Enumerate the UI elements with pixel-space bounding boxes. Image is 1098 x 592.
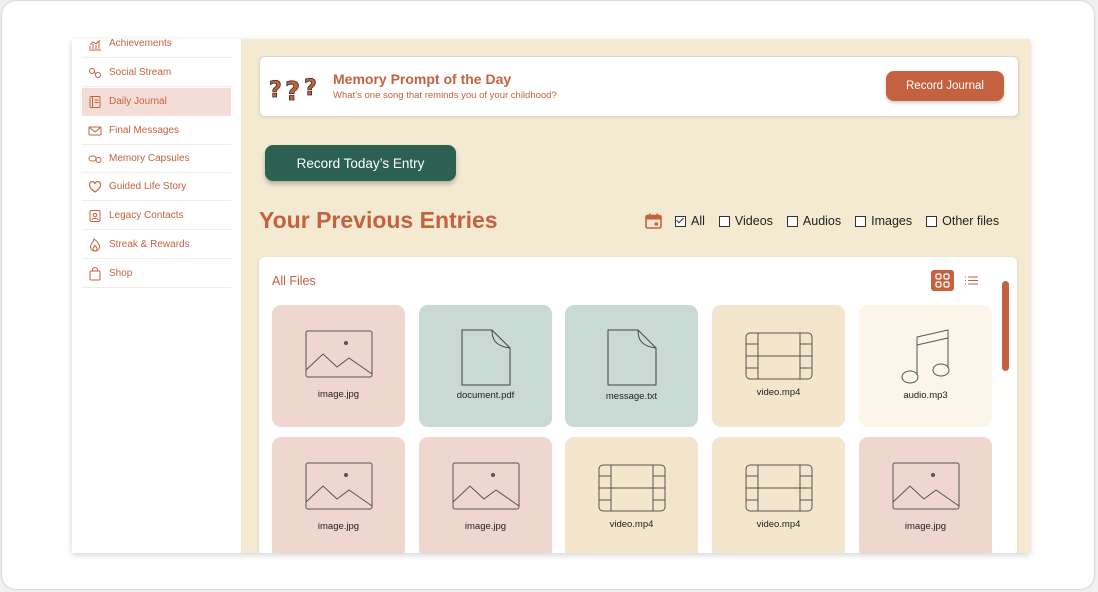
- filter-other-files[interactable]: Other files: [926, 214, 999, 228]
- sidebar-item-social-stream[interactable]: Social Stream: [82, 59, 231, 87]
- sidebar-item-label: Memory Capsules: [109, 153, 190, 164]
- record-journal-button[interactable]: Record Journal: [886, 71, 1004, 101]
- calendar-icon[interactable]: [645, 213, 662, 229]
- document-file-icon: [607, 329, 656, 386]
- file-name: image.jpg: [317, 389, 360, 400]
- record-todays-entry-button[interactable]: Record Today’s Entry: [265, 145, 456, 181]
- sidebar-item-streak-rewards[interactable]: Streak & Rewards: [82, 231, 231, 259]
- file-card[interactable]: video.mp4: [712, 437, 845, 553]
- sidebar-item-final-messages[interactable]: Final Messages: [82, 117, 231, 145]
- sidebar-item-label: Guided Life Story: [109, 181, 187, 192]
- sidebar-item-shop[interactable]: Shop: [82, 260, 231, 288]
- files-header: All Files: [272, 274, 316, 288]
- question-marks-icon: ? ? ?: [269, 76, 317, 103]
- entry-filters: All Videos Audios Images Other files: [645, 212, 999, 230]
- filter-audios[interactable]: Audios: [786, 214, 842, 228]
- filter-images[interactable]: Images: [855, 214, 912, 228]
- file-name: video.mp4: [756, 519, 801, 530]
- prompt-question: What’s one song that reminds you of your…: [333, 90, 557, 101]
- page-title: Your Previous Entries: [259, 207, 498, 233]
- file-name: image.jpg: [317, 521, 360, 532]
- file-name: image.jpg: [464, 521, 507, 532]
- document-file-icon: [461, 329, 510, 386]
- social-icon: [87, 65, 103, 81]
- grid-icon: [935, 273, 950, 288]
- flame-icon: [87, 237, 103, 253]
- sidebar-item-daily-journal[interactable]: Daily Journal: [82, 88, 231, 116]
- video-file-icon: [745, 332, 812, 380]
- filter-other-files-checkbox[interactable]: [926, 215, 938, 227]
- file-name: video.mp4: [756, 387, 801, 398]
- file-card[interactable]: video.mp4: [565, 437, 698, 553]
- image-file-icon: [452, 462, 519, 510]
- filter-label: All: [691, 214, 705, 228]
- app-window: Achievements Social Stream Daily Journal…: [72, 39, 1030, 553]
- screenshot-frame: Achievements Social Stream Daily Journal…: [2, 1, 1094, 589]
- chart-icon: [87, 39, 103, 52]
- sidebar: Achievements Social Stream Daily Journal…: [72, 39, 241, 553]
- svg-text:?: ?: [304, 76, 317, 101]
- file-card[interactable]: message.txt: [565, 305, 698, 427]
- filter-images-checkbox[interactable]: [855, 215, 867, 227]
- sidebar-item-label: Daily Journal: [109, 96, 167, 107]
- sidebar-item-guided-life-story[interactable]: Guided Life Story: [82, 173, 231, 201]
- scrollbar-thumb[interactable]: [1002, 281, 1009, 371]
- file-card[interactable]: image.jpg: [272, 437, 405, 553]
- filter-label: Images: [871, 214, 913, 228]
- image-file-icon: [892, 462, 959, 510]
- prompt-title: Memory Prompt of the Day: [333, 71, 512, 87]
- file-card[interactable]: document.pdf: [419, 305, 552, 427]
- filter-label: Videos: [734, 214, 773, 228]
- file-name: image.jpg: [904, 521, 947, 532]
- sidebar-item-label: Final Messages: [109, 125, 180, 136]
- file-card[interactable]: image.jpg: [272, 305, 405, 427]
- memory-prompt-card: ? ? ? Memory Prompt of the Day What’s on…: [259, 56, 1019, 117]
- file-card[interactable]: image.jpg: [859, 437, 992, 553]
- sidebar-item-label: Achievements: [109, 39, 172, 49]
- filter-label: Audios: [802, 214, 842, 228]
- video-file-icon: [745, 464, 812, 512]
- image-file-icon: [305, 330, 372, 378]
- filter-audios-checkbox[interactable]: [786, 215, 798, 227]
- filter-videos-checkbox[interactable]: [718, 215, 730, 227]
- capsule-icon: [87, 151, 103, 167]
- sidebar-item-label: Streak & Rewards: [109, 239, 190, 250]
- sidebar-item-memory-capsules[interactable]: Memory Capsules: [82, 145, 231, 173]
- file-name: video.mp4: [609, 519, 654, 530]
- file-name: document.pdf: [456, 390, 515, 401]
- filter-label: Other files: [942, 214, 1000, 228]
- filter-videos[interactable]: Videos: [718, 214, 773, 228]
- image-file-icon: [305, 462, 372, 510]
- file-card[interactable]: audio.mp3: [859, 305, 992, 427]
- music-note-icon: [901, 329, 949, 384]
- file-card[interactable]: video.mp4: [712, 305, 845, 427]
- grid-view-button[interactable]: [931, 270, 954, 291]
- sidebar-item-achievements[interactable]: Achievements: [82, 39, 231, 58]
- sidebar-item-label: Shop: [109, 268, 133, 279]
- file-name: message.txt: [605, 391, 658, 402]
- filter-all-checkbox[interactable]: [675, 215, 686, 227]
- filter-all[interactable]: All: [675, 214, 705, 228]
- list-view-icon[interactable]: [964, 273, 979, 288]
- journal-icon: [87, 94, 103, 110]
- heart-icon: [87, 179, 103, 195]
- file-name: audio.mp3: [903, 390, 948, 401]
- sidebar-item-label: Legacy Contacts: [109, 210, 184, 221]
- files-panel: All Files image.jpg document.pdf message…: [259, 257, 1017, 553]
- svg-text:?: ?: [269, 78, 282, 103]
- sidebar-item-label: Social Stream: [109, 67, 172, 78]
- svg-text:?: ?: [285, 77, 300, 103]
- bag-icon: [87, 266, 103, 282]
- mail-icon: [87, 123, 103, 139]
- video-file-icon: [598, 464, 665, 512]
- file-card[interactable]: image.jpg: [419, 437, 552, 553]
- contacts-icon: [87, 208, 103, 224]
- sidebar-item-legacy-contacts[interactable]: Legacy Contacts: [82, 202, 231, 230]
